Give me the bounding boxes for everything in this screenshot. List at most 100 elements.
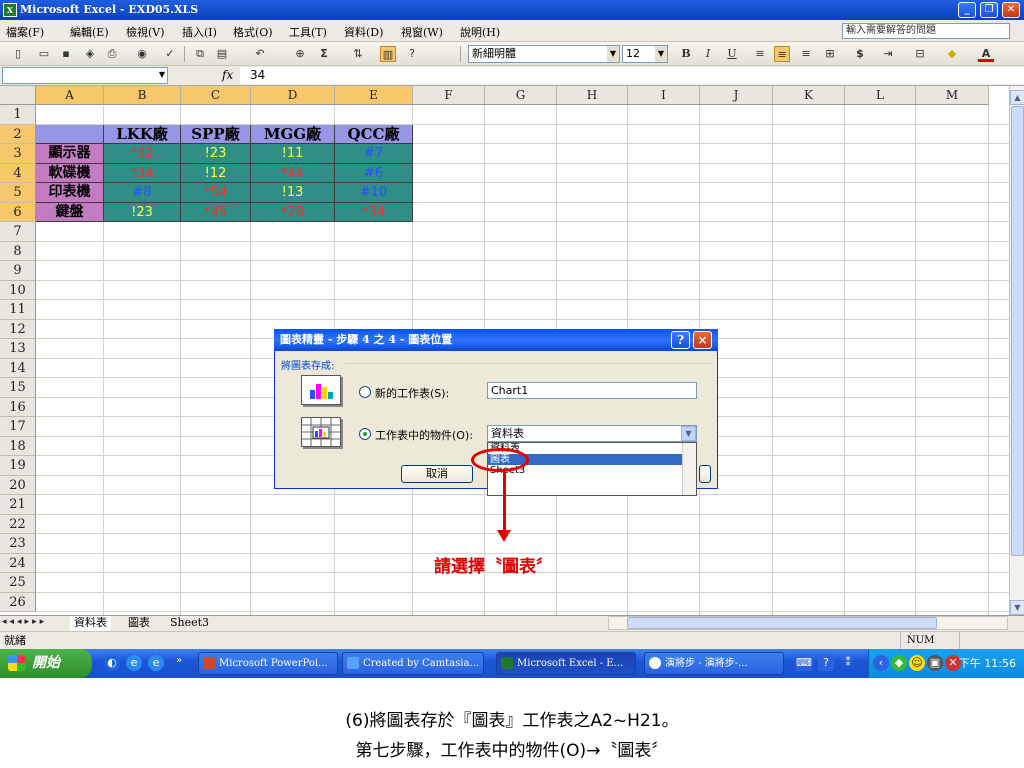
scroll-down-icon[interactable]: ▼	[1010, 600, 1024, 615]
value-cell[interactable]: #10	[335, 183, 413, 203]
tab-navigation-icon[interactable]: ◂◂◂▸▸▸	[2, 617, 47, 627]
language-icon[interactable]: ⁑	[840, 655, 856, 671]
row-header-11[interactable]: 11	[0, 300, 36, 320]
save-icon[interactable]: ▪	[58, 46, 74, 62]
row-header-15[interactable]: 15	[0, 378, 36, 398]
value-cell[interactable]: !11	[251, 144, 335, 164]
factory-header-cell[interactable]: QCC廠	[335, 124, 413, 144]
scroll-up-icon[interactable]: ▲	[1010, 90, 1024, 105]
row-header-7[interactable]: 7	[0, 222, 36, 242]
menu-help[interactable]: 說明(H)	[460, 24, 500, 40]
row-header-17[interactable]: 17	[0, 417, 36, 437]
row-header-18[interactable]: 18	[0, 436, 36, 456]
start-button[interactable]: 開始	[0, 649, 92, 678]
horizontal-scroll-thumb[interactable]	[627, 617, 937, 629]
column-header-c[interactable]: C	[181, 86, 251, 105]
spelling-icon[interactable]: ✓	[162, 46, 178, 62]
row-header-8[interactable]: 8	[0, 241, 36, 261]
smiley-icon[interactable]: ☺	[909, 655, 925, 671]
value-cell[interactable]: *34	[104, 163, 181, 183]
menu-insert[interactable]: 插入(I)	[182, 24, 217, 40]
row-header-1[interactable]: 1	[0, 105, 36, 125]
task-camtasia[interactable]: Created by Camtasia...	[342, 652, 484, 675]
bold-button[interactable]: B	[678, 46, 694, 62]
menu-tools[interactable]: 工具(T)	[289, 24, 327, 40]
product-label-cell[interactable]: 印表機	[36, 183, 104, 203]
tab-sheet3[interactable]: Sheet3	[166, 616, 213, 631]
name-box[interactable]: ▼	[2, 67, 168, 84]
row-header-22[interactable]: 22	[0, 514, 36, 534]
radio-object-in-sheet[interactable]	[359, 428, 371, 440]
dropdown-scrollbar[interactable]	[682, 443, 696, 495]
hyperlink-icon[interactable]: ⊕	[292, 46, 308, 62]
desktop-icon[interactable]: ◐	[104, 655, 120, 671]
task-powerpoint[interactable]: Microsoft PowerPoi...	[198, 652, 338, 675]
fx-icon[interactable]: fx	[222, 68, 233, 82]
row-header-16[interactable]: 16	[0, 397, 36, 417]
chevron-right-icon[interactable]: »	[176, 655, 182, 666]
font-name-select[interactable]: 新細明體 ▼	[468, 45, 620, 63]
value-cell[interactable]: *44	[251, 163, 335, 183]
factory-header-cell[interactable]: SPP廠	[181, 124, 251, 144]
value-cell[interactable]: !12	[181, 163, 251, 183]
underline-button[interactable]: U	[724, 46, 740, 62]
borders-icon[interactable]: ⊟	[912, 46, 928, 62]
column-header-j[interactable]: J	[700, 86, 773, 105]
new-sheet-name-input[interactable]: Chart1	[487, 382, 697, 399]
menu-data[interactable]: 資料(D)	[344, 24, 383, 40]
autosum-icon[interactable]: Σ	[316, 46, 332, 62]
dialog-help-button[interactable]: ?	[671, 331, 690, 349]
row-header-13[interactable]: 13	[0, 339, 36, 359]
value-cell[interactable]: *45	[181, 202, 251, 222]
chevron-down-icon[interactable]: ▼	[681, 426, 696, 441]
value-cell[interactable]: #7	[335, 144, 413, 164]
menu-window[interactable]: 視窗(W)	[401, 24, 443, 40]
menu-format[interactable]: 格式(O)	[233, 24, 273, 40]
value-cell[interactable]: *28	[251, 202, 335, 222]
column-header-b[interactable]: B	[104, 86, 181, 105]
copy-icon[interactable]: ⧉	[192, 46, 208, 62]
chevron-left-icon[interactable]: ‹	[873, 655, 889, 671]
row-header-23[interactable]: 23	[0, 534, 36, 554]
task-presentation[interactable]: 演將步 - 演將步-...	[644, 652, 784, 675]
column-header-a[interactable]: A	[36, 86, 104, 105]
column-header-f[interactable]: F	[413, 86, 485, 105]
row-header-19[interactable]: 19	[0, 456, 36, 476]
value-cell[interactable]: *54	[181, 183, 251, 203]
radio-new-sheet[interactable]	[359, 386, 371, 398]
cancel-button[interactable]: 取消	[401, 465, 473, 483]
italic-button[interactable]: I	[700, 46, 716, 62]
task-excel[interactable]: Microsoft Excel - E...	[496, 652, 636, 675]
finish-button[interactable]	[699, 465, 711, 483]
keyboard-icon[interactable]: ⌨	[796, 655, 812, 671]
product-label-cell[interactable]: 軟碟機	[36, 163, 104, 183]
align-left-icon[interactable]: ≡	[752, 46, 768, 62]
column-header-d[interactable]: D	[251, 86, 335, 105]
restore-button[interactable]: ❐	[980, 2, 998, 18]
object-sheet-select[interactable]: 資料表 ▼	[487, 425, 697, 442]
permission-icon[interactable]: ◈	[82, 46, 98, 62]
tab-data-sheet[interactable]: 資料表	[70, 616, 111, 631]
menu-view[interactable]: 檢視(V)	[126, 24, 165, 40]
font-size-select[interactable]: 12 ▼	[622, 45, 668, 63]
column-header-m[interactable]: M	[916, 86, 989, 105]
row-header-4[interactable]: 4	[0, 163, 36, 183]
factory-header-cell[interactable]: MGG廠	[251, 124, 335, 144]
value-cell[interactable]: *34	[335, 202, 413, 222]
column-header-i[interactable]: I	[628, 86, 700, 105]
value-cell[interactable]: *32	[104, 144, 181, 164]
row-header-3[interactable]: 3	[0, 144, 36, 164]
cell-a2[interactable]	[36, 124, 104, 144]
help-icon[interactable]: ?	[818, 655, 834, 671]
merge-center-icon[interactable]: ⊞	[822, 46, 838, 62]
tab-chart-sheet[interactable]: 圖表	[124, 616, 154, 631]
column-header-h[interactable]: H	[557, 86, 628, 105]
network-icon[interactable]: ◆	[891, 655, 907, 671]
font-color-button[interactable]: A	[978, 46, 994, 62]
minimize-button[interactable]: _	[958, 2, 976, 18]
value-cell[interactable]: !23	[181, 144, 251, 164]
help-icon[interactable]: ?	[404, 46, 420, 62]
value-cell[interactable]: !13	[251, 183, 335, 203]
undo-icon[interactable]: ↶	[252, 46, 268, 62]
ie-icon[interactable]: e	[126, 655, 142, 671]
